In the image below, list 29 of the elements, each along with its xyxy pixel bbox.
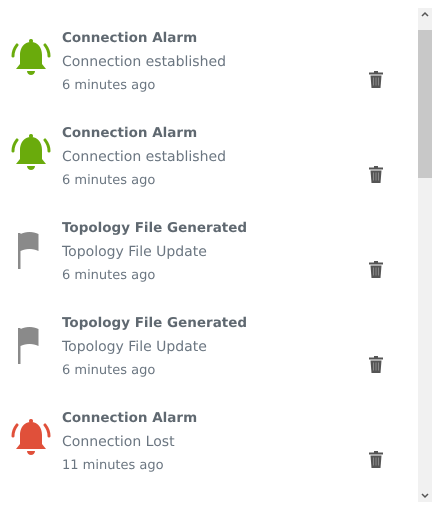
trash-icon	[369, 166, 383, 183]
notification-message: Connection established	[62, 148, 227, 167]
notification-time: 6 minutes ago	[62, 77, 156, 95]
scroll-down-icon[interactable]	[420, 492, 430, 500]
notification-time: 6 minutes ago	[62, 362, 156, 380]
trash-icon	[369, 451, 383, 468]
notification-message: Topology File Update	[62, 338, 208, 357]
notification-time: 11 minutes ago	[62, 457, 165, 475]
trash-icon	[369, 356, 383, 373]
delete-button[interactable]	[368, 70, 384, 90]
notification-title: Topology File Generated	[62, 314, 248, 333]
delete-button[interactable]	[368, 354, 384, 374]
notification-title: Topology File Generated	[62, 219, 248, 238]
notification-message: Connection Lost	[62, 433, 176, 452]
scroll-thumb[interactable]	[418, 30, 432, 178]
notification-title: Connection Alarm	[62, 29, 198, 48]
notification-message: Connection established	[62, 53, 227, 72]
notification-time: 6 minutes ago	[62, 172, 156, 190]
notification-message: Topology File Update	[62, 243, 208, 262]
notification-title: Connection Alarm	[62, 124, 198, 143]
trash-icon	[369, 261, 383, 278]
scrollbar[interactable]	[418, 8, 432, 502]
delete-button[interactable]	[368, 164, 384, 184]
trash-icon	[369, 71, 383, 88]
scroll-up-icon[interactable]	[420, 10, 430, 18]
notification-time: 6 minutes ago	[62, 267, 156, 285]
delete-button[interactable]	[368, 450, 384, 470]
delete-button[interactable]	[368, 260, 384, 280]
notification-title: Connection Alarm	[62, 409, 198, 428]
